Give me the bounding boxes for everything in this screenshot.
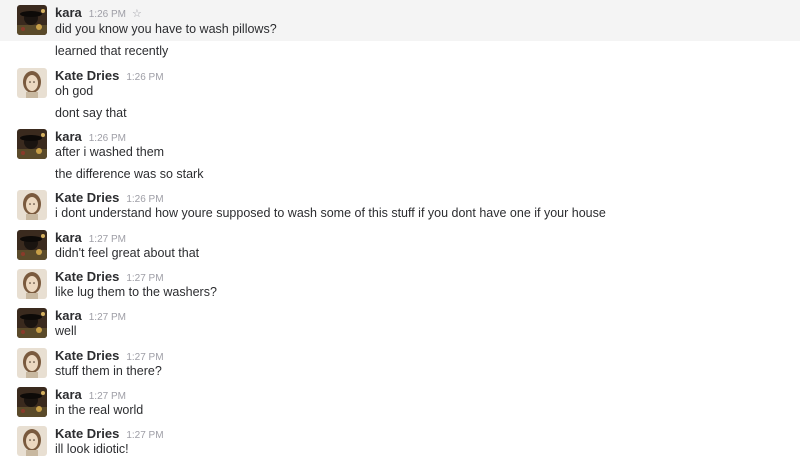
message-author[interactable]: kara: [55, 230, 82, 245]
kate-avatar[interactable]: [17, 190, 47, 220]
message-timestamp[interactable]: 1:27 PM: [126, 352, 163, 363]
message-text: after i washed them: [55, 145, 165, 159]
message-text: didn't feel great about that: [55, 246, 200, 260]
message[interactable]: kara 1:27 PM well: [0, 303, 800, 343]
message[interactable]: kara 1:26 PM ☆ did you know you have to wa…: [0, 0, 800, 41]
message-list: kara 1:26 PM ☆ did you know you have to wa…: [0, 0, 800, 457]
message-text: learned that recently: [55, 44, 169, 58]
message-text: ill look idiotic!: [55, 442, 129, 456]
message-author[interactable]: Kate Dries: [55, 68, 119, 83]
message[interactable]: kara 1:26 PM after i washed them: [0, 124, 800, 164]
kara-avatar[interactable]: [17, 129, 47, 159]
kara-avatar[interactable]: [17, 5, 47, 35]
message-text: dont say that: [55, 106, 127, 120]
message[interactable]: Kate Dries 1:26 PM i dont understand how …: [0, 185, 800, 225]
message[interactable]: Kate Dries 1:27 PM like lug them to the w…: [0, 264, 800, 304]
message-timestamp[interactable]: 1:26 PM: [89, 133, 126, 144]
message[interactable]: kara 1:27 PM in the real world: [0, 382, 800, 422]
message[interactable]: Kate Dries 1:26 PM oh god: [0, 63, 800, 103]
message-text: well: [55, 324, 77, 338]
kate-avatar[interactable]: [17, 426, 47, 456]
message[interactable]: kara 1:27 PM didn't feel great about that: [0, 225, 800, 265]
kara-avatar[interactable]: [17, 387, 47, 417]
message-timestamp[interactable]: 1:27 PM: [126, 273, 163, 284]
message-text: like lug them to the washers?: [55, 285, 217, 299]
message-timestamp[interactable]: 1:27 PM: [89, 234, 126, 245]
kate-avatar[interactable]: [17, 348, 47, 378]
message-text: i dont understand how youre supposed to …: [55, 206, 606, 220]
message-author[interactable]: Kate Dries: [55, 348, 119, 363]
message-author[interactable]: kara: [55, 308, 82, 323]
message-text: did you know you have to wash pillows?: [55, 22, 277, 36]
kara-avatar[interactable]: [17, 230, 47, 260]
message-author[interactable]: Kate Dries: [55, 269, 119, 284]
kate-avatar[interactable]: [17, 68, 47, 98]
message-text: stuff them in there?: [55, 364, 162, 378]
message[interactable]: Kate Dries 1:27 PM stuff them in there?: [0, 343, 800, 383]
message-text: in the real world: [55, 403, 144, 417]
message-text: oh god: [55, 84, 94, 98]
message-author[interactable]: kara: [55, 387, 82, 402]
kara-avatar[interactable]: [17, 308, 47, 338]
message-author[interactable]: Kate Dries: [55, 426, 119, 441]
message-author[interactable]: Kate Dries: [55, 190, 119, 205]
message-text: the difference was so stark: [55, 167, 204, 181]
message-author[interactable]: kara: [55, 5, 82, 20]
message-timestamp[interactable]: 1:26 PM: [126, 72, 163, 83]
message-timestamp[interactable]: 1:26 PM: [89, 9, 126, 20]
message-timestamp[interactable]: 1:27 PM: [89, 312, 126, 323]
message[interactable]: Kate Dries 1:27 PM ill look idiotic!: [0, 421, 800, 457]
kate-avatar[interactable]: [17, 269, 47, 299]
message-author[interactable]: kara: [55, 129, 82, 144]
message-timestamp[interactable]: 1:27 PM: [126, 430, 163, 441]
message-timestamp[interactable]: 1:27 PM: [89, 391, 126, 402]
message-timestamp[interactable]: 1:26 PM: [126, 194, 163, 205]
